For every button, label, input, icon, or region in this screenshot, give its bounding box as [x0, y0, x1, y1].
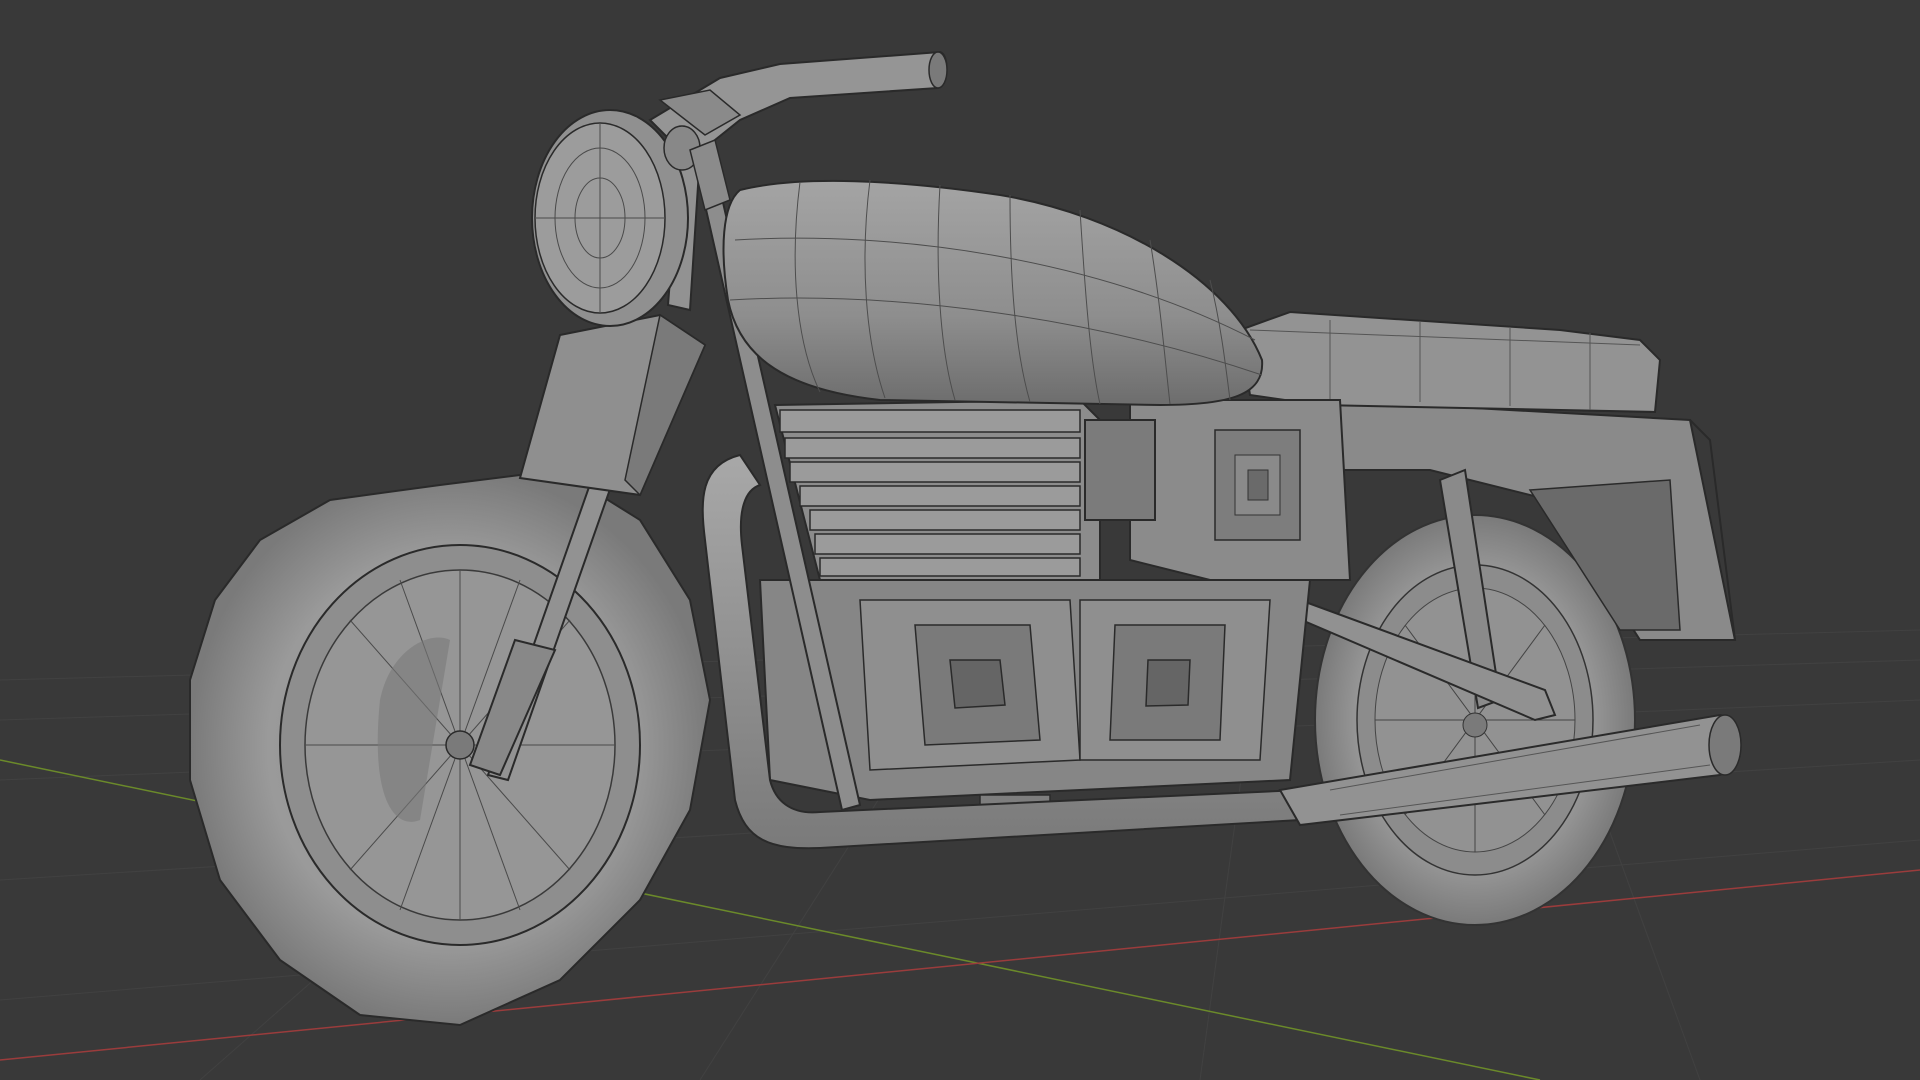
3d-viewport[interactable]	[0, 0, 1920, 1080]
number-plate[interactable]	[518, 313, 707, 497]
fuel-tank[interactable]	[722, 179, 1264, 407]
front-wheel[interactable]	[189, 468, 712, 1027]
viewport-canvas[interactable]	[0, 0, 1920, 1080]
side-panel[interactable]	[1129, 399, 1352, 581]
engine-cylinder-head[interactable]	[773, 398, 1156, 581]
seat[interactable]	[1238, 310, 1662, 414]
